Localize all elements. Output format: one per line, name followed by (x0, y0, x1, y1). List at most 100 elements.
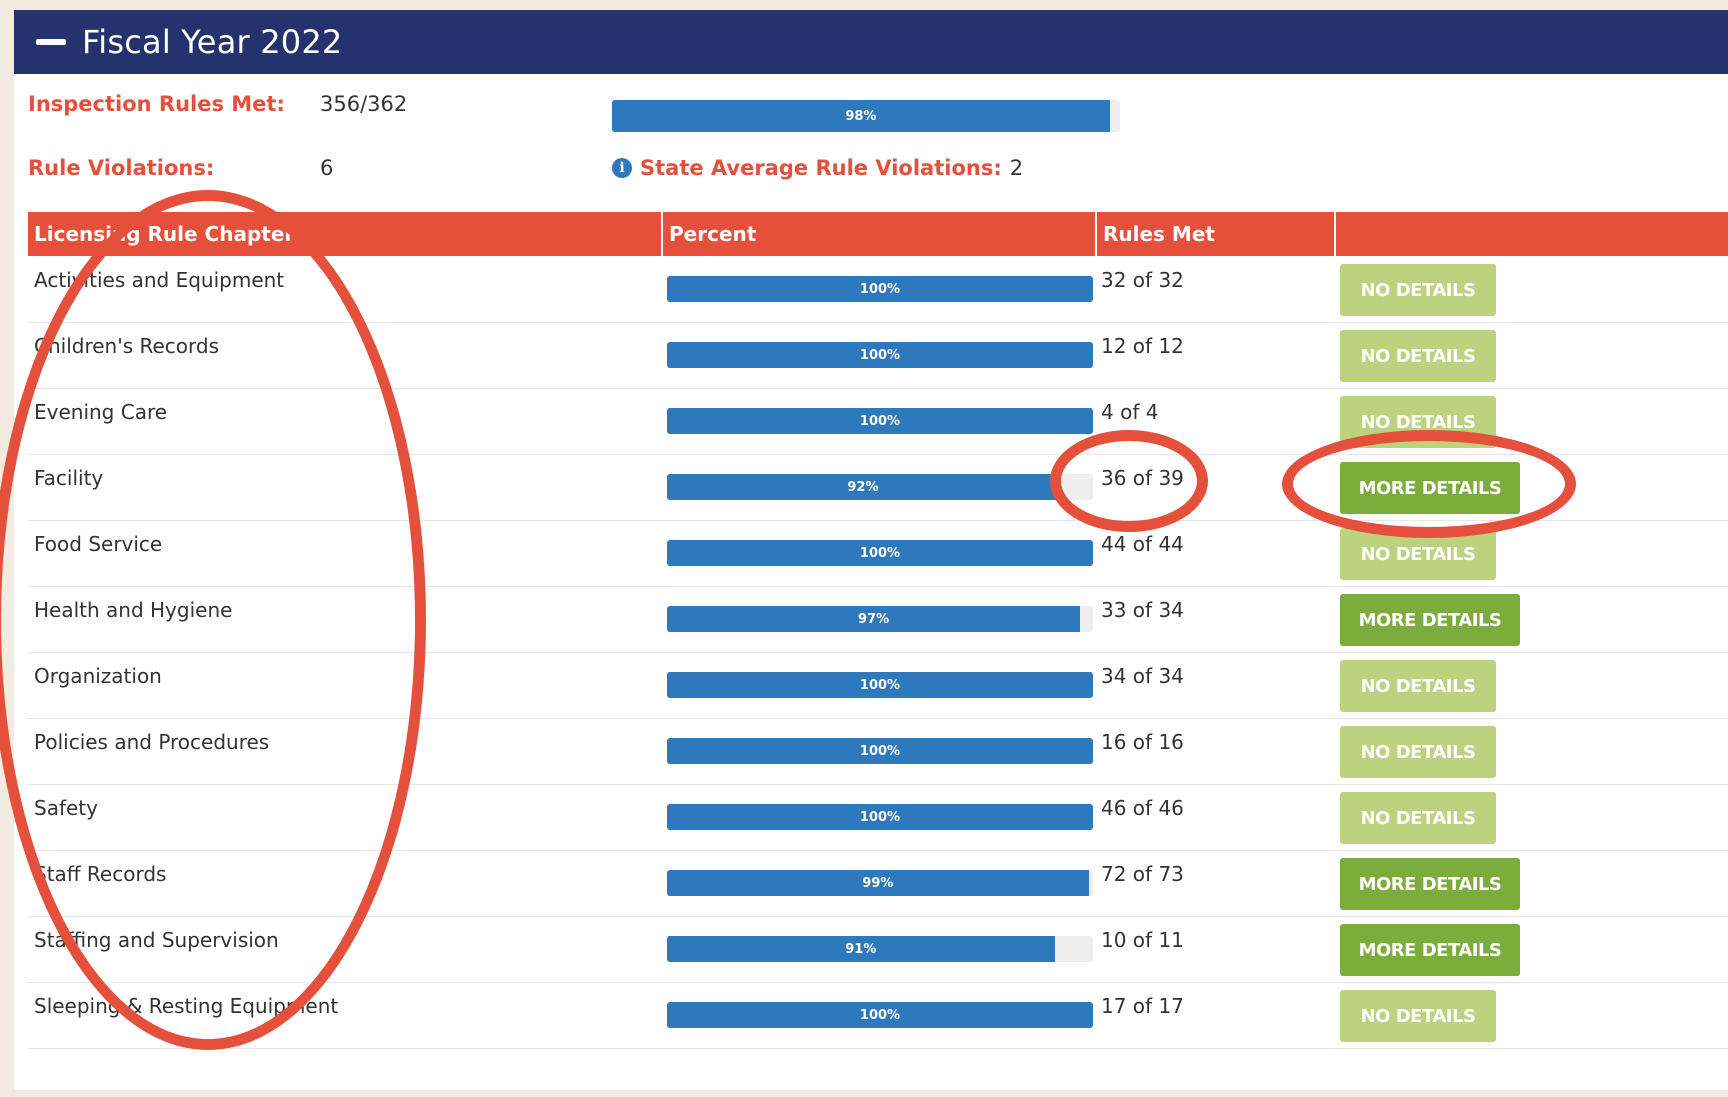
percent-label: 99% (862, 875, 894, 891)
rules-met-value: 32 of 32 (1101, 268, 1184, 292)
percent-bar: 100% (667, 342, 1093, 368)
table-row: Staffing and Supervision 91% 10 of 11 MORE … (28, 916, 1728, 983)
percent-bar: 97% (667, 606, 1093, 632)
percent-bar-fill: 91% (667, 936, 1055, 962)
no-details-button[interactable]: NO DETAILS (1340, 264, 1496, 316)
column-header-chapter: Licensing Rule Chapter (34, 222, 295, 246)
percent-bar-fill: 100% (667, 672, 1093, 698)
rules-met-value: 12 of 12 (1101, 334, 1184, 358)
percent-bar-fill: 100% (667, 804, 1093, 830)
rules-met-value: 34 of 34 (1101, 664, 1184, 688)
percent-bar: 100% (667, 408, 1093, 434)
percent-label: 100% (859, 545, 901, 561)
state-average-label: State Average Rule Violations: (640, 156, 1002, 180)
percent-bar: 100% (667, 804, 1093, 830)
state-average: i State Average Rule Violations: 2 (612, 156, 1023, 180)
chapter-name: Facility (34, 466, 104, 490)
table-row: Children's Records 100% 12 of 12 NO DETAILS (28, 322, 1728, 389)
percent-bar-fill: 100% (667, 540, 1093, 566)
rules-met-value: 46 of 46 (1101, 796, 1184, 820)
percent-bar: 91% (667, 936, 1093, 962)
no-details-button[interactable]: NO DETAILS (1340, 990, 1496, 1042)
percent-label: 100% (859, 743, 901, 759)
rules-met-value: 36 of 39 (1101, 466, 1184, 490)
percent-bar: 92% (667, 474, 1093, 500)
rules-met-value: 72 of 73 (1101, 862, 1184, 886)
percent-bar-fill: 100% (667, 342, 1093, 368)
inspection-progress-label: 98% (845, 108, 877, 124)
inspection-rules-label: Inspection Rules Met: (28, 92, 285, 116)
percent-bar: 100% (667, 540, 1093, 566)
column-header-rules-met: Rules Met (1095, 212, 1334, 256)
table-row: Facility 92% 36 of 39 MORE DETAILS (28, 454, 1728, 521)
column-header-actions (1334, 212, 1728, 256)
table-row: Sleeping & Resting Equipment 100% 17 of 17… (28, 982, 1728, 1049)
collapse-minus-icon[interactable] (36, 39, 66, 45)
no-details-button[interactable]: NO DETAILS (1340, 792, 1496, 844)
rule-violations-value: 6 (320, 156, 334, 180)
percent-label: 100% (859, 677, 901, 693)
table-row: Evening Care 100% 4 of 4 NO DETAILS (28, 388, 1728, 455)
more-details-button[interactable]: MORE DETAILS (1340, 594, 1520, 646)
percent-bar-fill: 100% (667, 1002, 1093, 1028)
rules-met-value: 4 of 4 (1101, 400, 1159, 424)
info-icon[interactable]: i (612, 158, 632, 178)
inspection-rules-value: 356/362 (320, 92, 408, 116)
percent-label: 91% (845, 941, 877, 957)
rules-met-value: 10 of 11 (1101, 928, 1184, 952)
table-row: Safety 100% 46 of 46 NO DETAILS (28, 784, 1728, 851)
rule-violations-label: Rule Violations: (28, 156, 215, 180)
table-row: Staff Records 99% 72 of 73 MORE DETAILS (28, 850, 1728, 917)
table-header: Licensing Rule Chapter Percent Rules Met (28, 212, 1728, 256)
table-row: Food Service 100% 44 of 44 NO DETAILS (28, 520, 1728, 587)
percent-bar-fill: 100% (667, 408, 1093, 434)
percent-label: 100% (859, 347, 901, 363)
percent-label: 97% (858, 611, 890, 627)
percent-label: 92% (847, 479, 879, 495)
chapter-name: Policies and Procedures (34, 730, 270, 754)
percent-bar: 100% (667, 738, 1093, 764)
no-details-button[interactable]: NO DETAILS (1340, 396, 1496, 448)
percent-label: 100% (859, 281, 901, 297)
more-details-button[interactable]: MORE DETAILS (1340, 858, 1520, 910)
chapter-name: Evening Care (34, 400, 168, 424)
no-details-button[interactable]: NO DETAILS (1340, 660, 1496, 712)
chapter-name: Staff Records (34, 862, 167, 886)
chapter-name: Health and Hygiene (34, 598, 233, 622)
rules-met-value: 44 of 44 (1101, 532, 1184, 556)
percent-bar-fill: 92% (667, 474, 1059, 500)
percent-bar: 100% (667, 276, 1093, 302)
chapter-name: Staffing and Supervision (34, 928, 279, 952)
inspection-progress-bar: 98% (612, 100, 1120, 132)
chapter-name: Safety (34, 796, 98, 820)
percent-label: 100% (859, 413, 901, 429)
percent-bar: 100% (667, 672, 1093, 698)
state-average-value: 2 (1009, 156, 1024, 180)
table-row: Organization 100% 34 of 34 NO DETAILS (28, 652, 1728, 719)
rules-met-value: 17 of 17 (1101, 994, 1184, 1018)
more-details-button[interactable]: MORE DETAILS (1340, 924, 1520, 976)
fiscal-year-title: Fiscal Year 2022 (82, 23, 343, 61)
percent-bar-fill: 97% (667, 606, 1081, 632)
rules-met-value: 16 of 16 (1101, 730, 1184, 754)
more-details-button[interactable]: MORE DETAILS (1340, 462, 1520, 514)
fiscal-year-header[interactable]: Fiscal Year 2022 (14, 10, 1728, 74)
table-row: Policies and Procedures 100% 16 of 16 NO DE… (28, 718, 1728, 785)
no-details-button[interactable]: NO DETAILS (1340, 528, 1496, 580)
chapter-name: Organization (34, 664, 162, 688)
no-details-button[interactable]: NO DETAILS (1340, 726, 1496, 778)
table-row: Health and Hygiene 97% 33 of 34 MORE DETAIL… (28, 586, 1728, 653)
percent-bar-fill: 100% (667, 276, 1093, 302)
percent-bar-fill: 100% (667, 738, 1093, 764)
chapter-name: Activities and Equipment (34, 268, 285, 292)
rules-met-value: 33 of 34 (1101, 598, 1184, 622)
column-header-percent: Percent (661, 212, 1095, 256)
chapter-name: Children's Records (34, 334, 220, 358)
percent-bar: 100% (667, 1002, 1093, 1028)
table-row: Activities and Equipment 100% 32 of 32 NO D… (28, 256, 1728, 323)
no-details-button[interactable]: NO DETAILS (1340, 330, 1496, 382)
chapter-name: Sleeping & Resting Equipment (34, 994, 339, 1018)
percent-label: 100% (859, 1007, 901, 1023)
chapter-name: Food Service (34, 532, 163, 556)
percent-bar-fill: 99% (667, 870, 1089, 896)
